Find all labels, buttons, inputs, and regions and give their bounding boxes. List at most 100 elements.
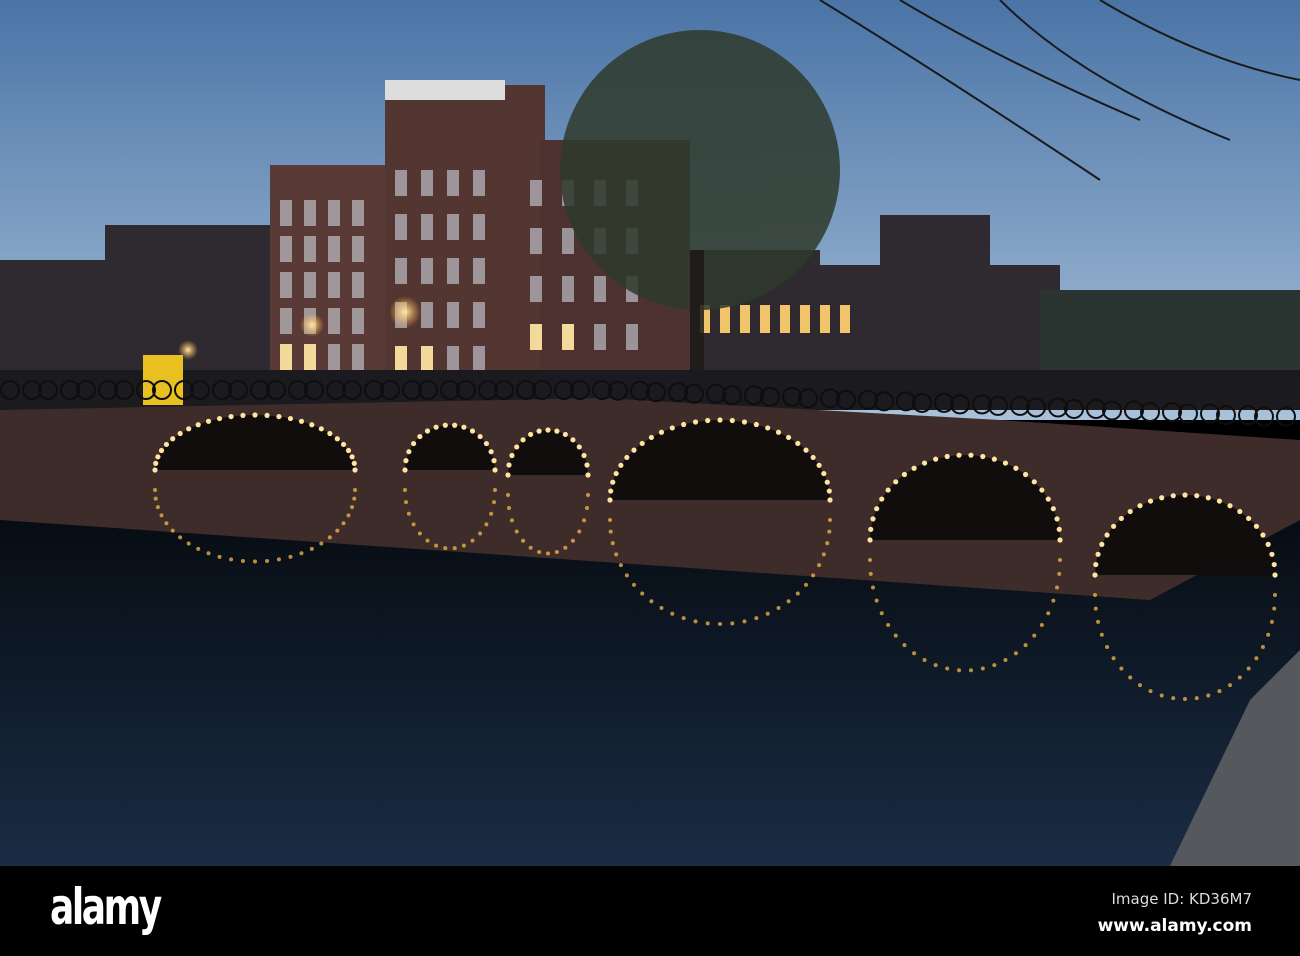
light-bulb [980, 453, 986, 460]
light-bulb [483, 440, 490, 447]
light-reflection [670, 611, 675, 616]
light-reflection [492, 500, 497, 505]
light-reflection [1039, 622, 1044, 627]
light-bulb [216, 415, 223, 422]
window [304, 236, 316, 262]
light-bulb [648, 434, 655, 441]
light-reflection [1119, 666, 1124, 671]
light-reflection [265, 558, 270, 563]
light-reflection [640, 591, 645, 596]
light-reflection [1138, 683, 1142, 688]
light-reflection [879, 611, 884, 616]
light-reflection [821, 552, 826, 557]
window [562, 324, 574, 350]
light-bulb [1265, 541, 1271, 547]
light-bulb [477, 433, 483, 440]
light-reflection [1194, 696, 1199, 701]
window [740, 305, 750, 333]
light-bulb [705, 417, 711, 424]
light-bulb [885, 487, 891, 493]
light-reflection [461, 543, 466, 548]
window [530, 276, 542, 302]
light-bulb [893, 479, 899, 485]
light-bulb [536, 428, 542, 434]
light-reflection [1266, 632, 1271, 637]
light-bulb [327, 430, 333, 437]
light-reflection [1246, 666, 1251, 671]
light-bulb [741, 419, 748, 425]
light-reflection [776, 606, 781, 611]
window [395, 346, 407, 372]
light-reflection [1058, 558, 1062, 562]
light-reflection [870, 585, 875, 590]
light-bulb [318, 426, 324, 432]
light-reflection [240, 558, 245, 563]
light-bulb [921, 460, 928, 466]
light-reflection [1237, 675, 1242, 680]
light-bulb [826, 488, 832, 494]
light-bulb [309, 422, 315, 428]
light-bulb [1194, 493, 1200, 499]
light-bulb [1127, 508, 1133, 515]
window [352, 236, 364, 262]
light-reflection [1057, 571, 1062, 576]
light-bulb [867, 537, 873, 543]
light-reflection [795, 591, 800, 596]
light-bulb [1050, 506, 1056, 512]
light-reflection [933, 663, 938, 668]
window [352, 308, 364, 334]
light-reflection [586, 493, 590, 497]
light-bulb [901, 471, 908, 478]
site-url[interactable]: www.alamy.com [1098, 916, 1252, 936]
window [594, 324, 606, 350]
light-reflection [411, 522, 416, 527]
light-bulb [461, 424, 467, 430]
light-reflection [1272, 606, 1277, 611]
light-bulb [1272, 572, 1278, 578]
light-bulb [1031, 479, 1037, 485]
light-reflection [1217, 689, 1222, 694]
light-bulb [345, 447, 352, 454]
window [395, 258, 407, 284]
window [594, 276, 606, 302]
light-reflection [507, 506, 512, 511]
light-bulb [153, 460, 159, 466]
light-bulb [334, 436, 340, 442]
light-bulb [491, 458, 497, 464]
light-bulb [554, 428, 560, 434]
light-bulb [1110, 523, 1117, 529]
light-bulb [681, 421, 687, 428]
window [421, 214, 433, 240]
light-reflection [493, 488, 497, 492]
light-bulb [1099, 541, 1105, 547]
light-reflection [610, 541, 615, 546]
window [280, 344, 292, 370]
light-bulb [1147, 498, 1154, 504]
light-bulb [1039, 487, 1045, 493]
light-reflection [980, 666, 985, 671]
light-bulb [816, 462, 822, 468]
light-reflection [327, 535, 332, 540]
window [447, 214, 459, 240]
light-reflection [968, 668, 973, 673]
light-bulb [276, 413, 282, 420]
light-bulb [403, 458, 409, 464]
light-reflection [868, 558, 872, 562]
light-reflection [521, 538, 526, 543]
light-reflection [693, 619, 698, 624]
light-reflection [276, 557, 281, 562]
window [626, 324, 638, 350]
light-bulb [879, 496, 885, 502]
light-reflection [478, 531, 483, 536]
light-bulb [911, 465, 917, 471]
light-bulb [1253, 523, 1260, 529]
light-bulb [1205, 495, 1211, 501]
light-bulb [1216, 498, 1223, 504]
light-bulb [576, 444, 582, 450]
window [447, 302, 459, 328]
light-bulb [1137, 503, 1143, 509]
light-reflection [1003, 657, 1008, 662]
light-bulb [775, 429, 782, 435]
light-bulb [1227, 503, 1233, 509]
light-bulb [1170, 493, 1176, 499]
